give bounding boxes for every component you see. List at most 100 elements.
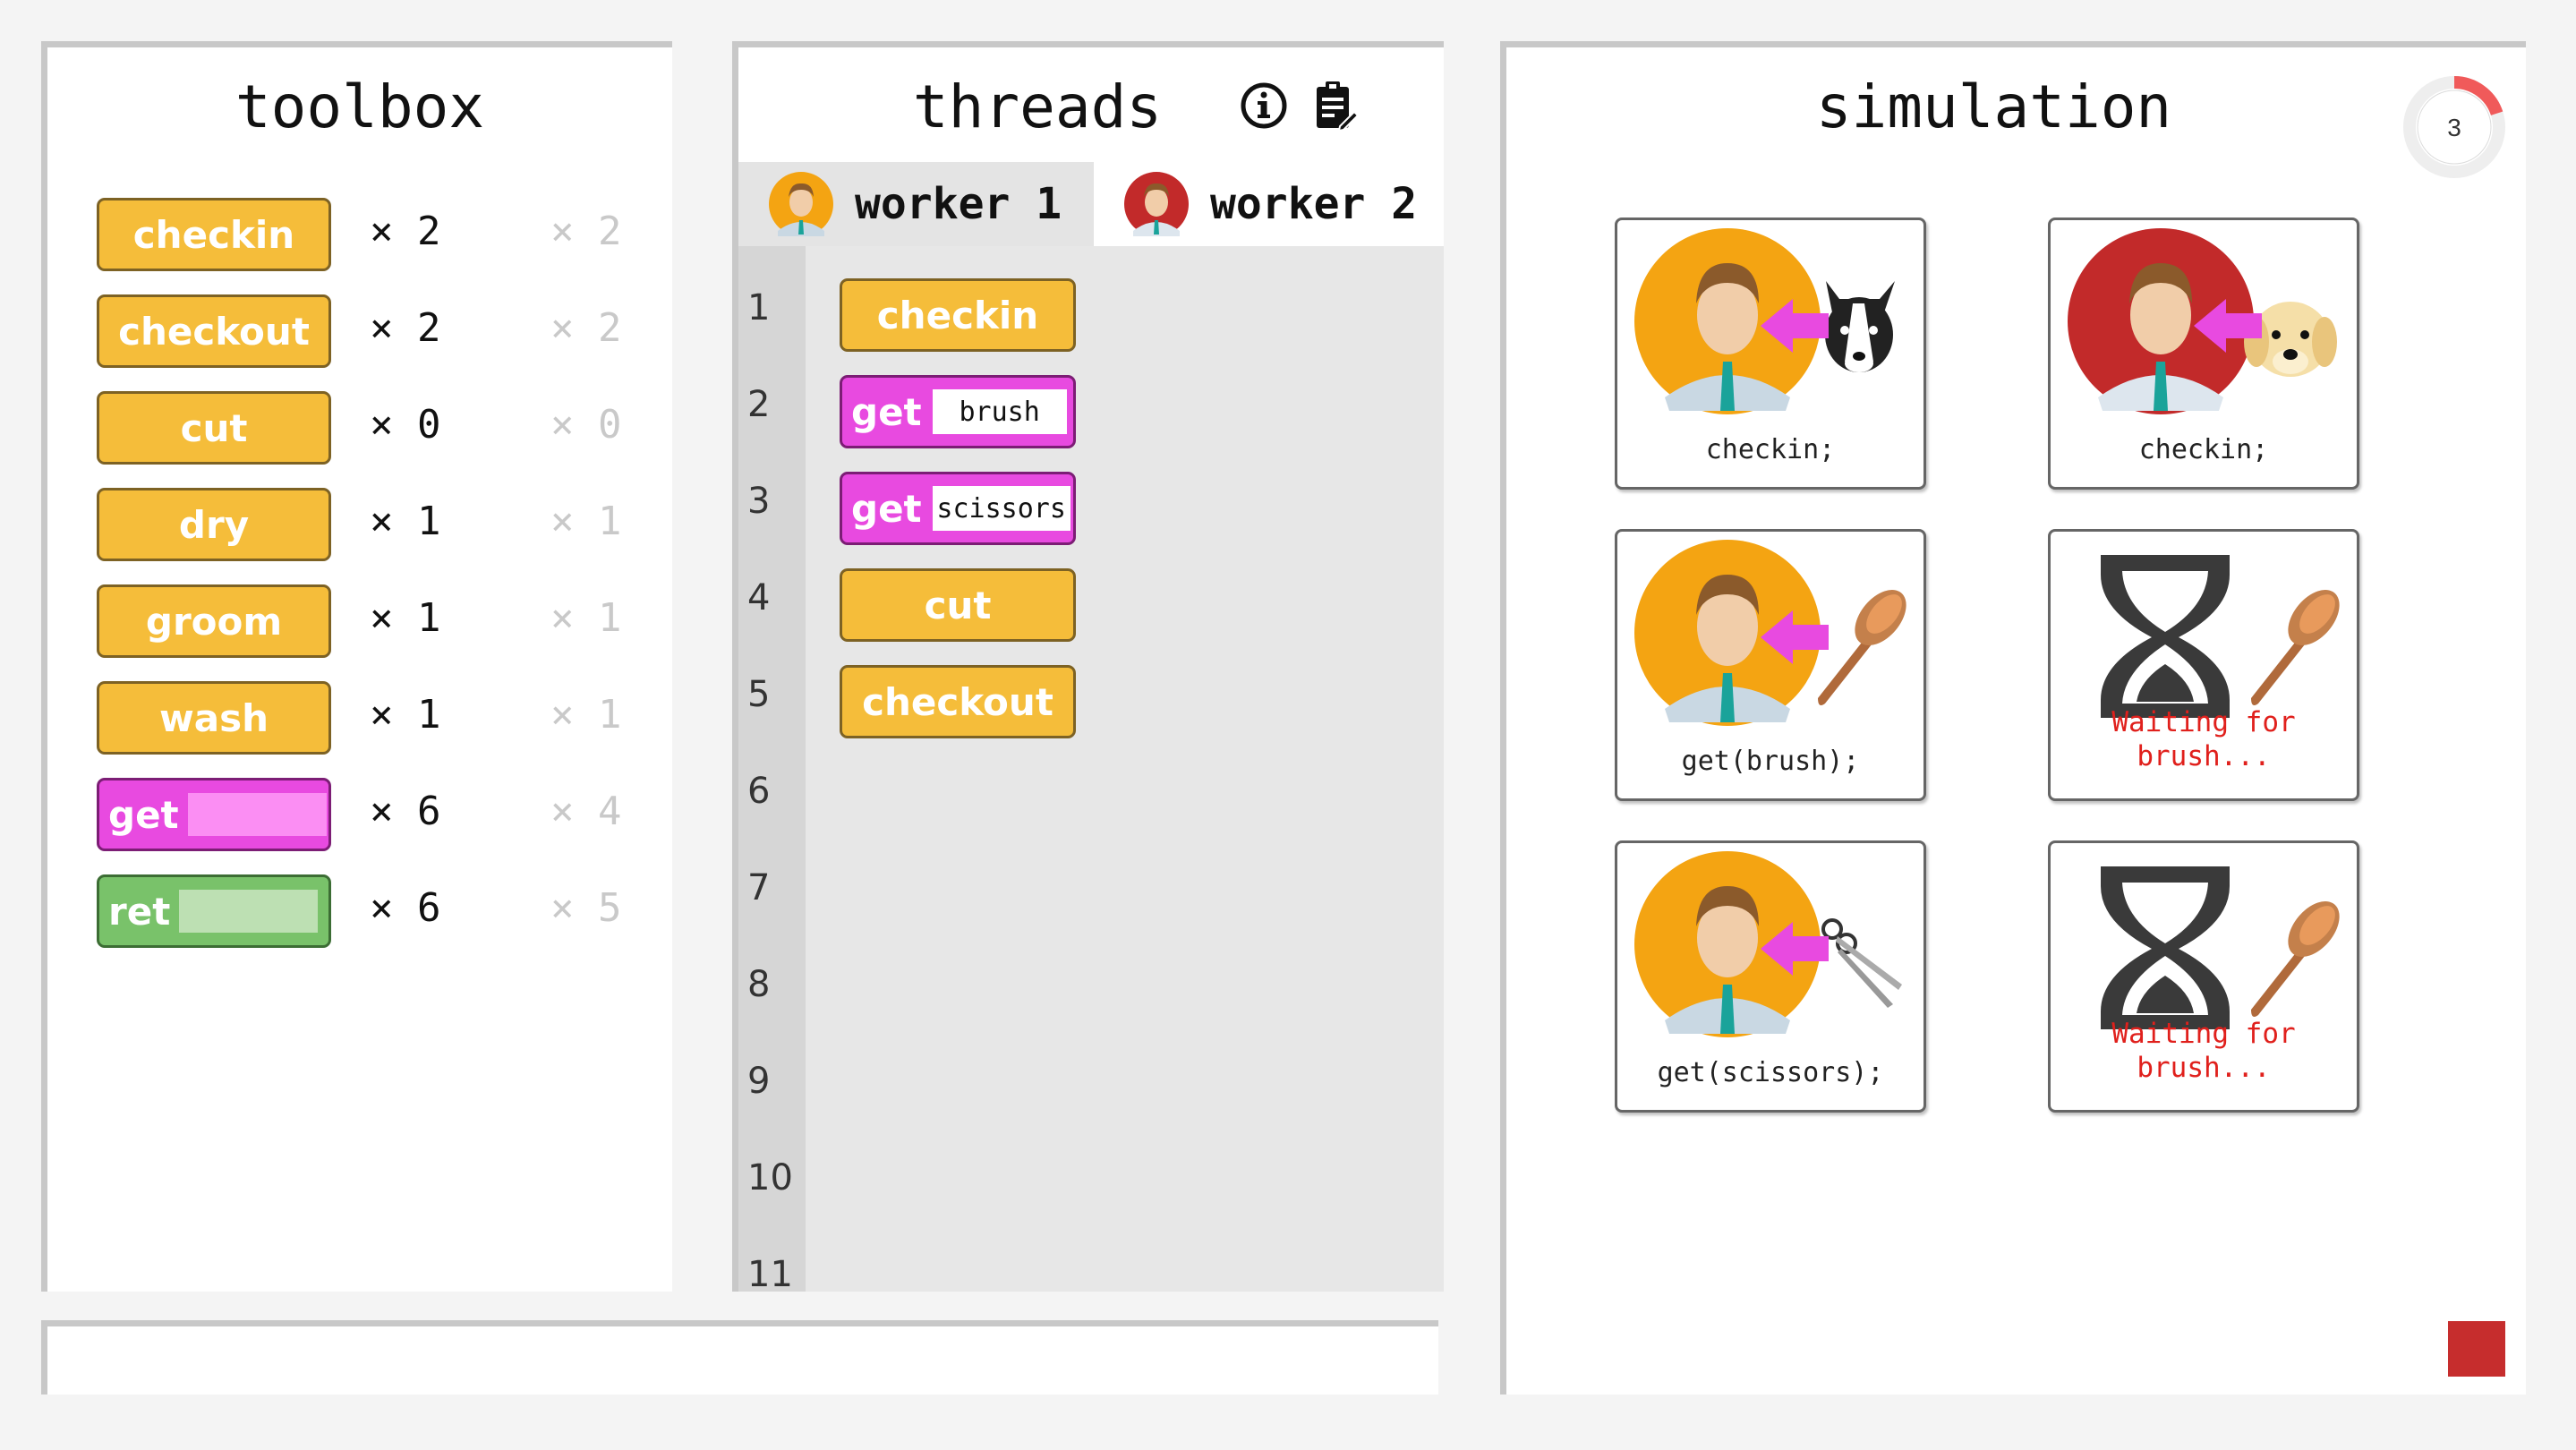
wash-block[interactable]: wash: [97, 681, 331, 755]
get-label: get: [851, 486, 922, 531]
toolbox-item-checkout: checkout × 2 × 2: [97, 294, 670, 368]
tab-label: worker 1: [855, 179, 1062, 229]
scissors-icon: [1821, 918, 1902, 1008]
line-number: 1: [747, 287, 771, 328]
cut-block[interactable]: cut: [97, 391, 331, 465]
toolbox-item-wash: wash × 1 × 1: [97, 681, 670, 755]
worker-avatar-icon: [1634, 228, 1895, 414]
line-number: 9: [747, 1061, 771, 1102]
timer-ring-icon: 3: [2403, 76, 2505, 178]
block-remaining: × 0: [550, 402, 622, 448]
line-number: 2: [747, 384, 771, 425]
tab-worker-2[interactable]: worker 2: [1094, 162, 1444, 246]
info-icon[interactable]: [1240, 81, 1288, 130]
checkout-block[interactable]: checkout: [97, 294, 331, 368]
card-caption: Waiting for brush...: [2111, 1018, 2296, 1084]
block-remaining: × 1: [550, 692, 622, 738]
argument-scissors[interactable]: scissors: [932, 486, 1070, 531]
dog-yellow-icon: [2244, 302, 2337, 377]
block-count: × 6: [370, 885, 441, 931]
sim-card: get(brush);: [1615, 529, 1926, 801]
brush-icon: [2251, 901, 2340, 1017]
block-remaining: × 2: [550, 209, 622, 254]
ret-block[interactable]: ret: [97, 874, 331, 948]
line-number: 11: [747, 1254, 793, 1292]
toolbox-item-cut: cut × 0 × 0: [97, 391, 670, 465]
brush-icon: [1818, 590, 1906, 705]
worker-2-avatar-icon: [1124, 172, 1189, 236]
worker-avatar-icon: [1634, 851, 1902, 1037]
block-remaining: × 1: [550, 595, 622, 641]
sim-card: Waiting for brush...: [2048, 529, 2359, 801]
code-block-get-scissors[interactable]: get scissors: [840, 472, 1076, 545]
hourglass-icon: [2101, 866, 2340, 1029]
step-timer: 3: [2401, 74, 2507, 180]
simulation-panel: simulation 3 checkin; checkin; get(brush…: [1500, 41, 2526, 1395]
block-count: × 1: [370, 499, 441, 544]
sim-card: Waiting for brush...: [2048, 840, 2359, 1113]
brush-icon: [2251, 590, 2340, 705]
threads-panel: threads worker 1 worker 2 1 2 3 4 5 6 7 …: [732, 41, 1444, 1292]
ret-block-label: ret: [108, 889, 171, 934]
code-editor[interactable]: 1 2 3 4 5 6 7 8 9 10 11 checkin get brus…: [738, 246, 1444, 1292]
toolbox-panel: toolbox checkin × 2 × 2 checkout × 2 × 2…: [41, 41, 672, 1292]
dry-block[interactable]: dry: [97, 488, 331, 561]
line-gutter: 1 2 3 4 5 6 7 8 9 10 11: [738, 246, 806, 1292]
timer-value: 3: [2447, 114, 2461, 141]
code-block-get-brush[interactable]: get brush: [840, 375, 1076, 448]
groom-block[interactable]: groom: [97, 584, 331, 658]
worker-avatar-icon: [2068, 228, 2337, 414]
hourglass-icon: [2101, 555, 2340, 718]
card-caption: Waiting for brush...: [2111, 706, 2296, 772]
toolbox-title: toolbox: [235, 72, 485, 141]
toolbox-item-groom: groom × 1 × 1: [97, 584, 670, 658]
block-remaining: × 1: [550, 499, 622, 544]
simulation-title: simulation: [1815, 72, 2172, 141]
block-count: × 2: [370, 209, 441, 254]
block-remaining: × 4: [550, 789, 622, 834]
toolbox-item-dry: dry × 1 × 1: [97, 488, 670, 561]
sim-card: checkin;: [2048, 218, 2359, 490]
tab-label: worker 2: [1210, 179, 1418, 229]
clipboard-icon[interactable]: [1313, 80, 1358, 132]
toolbox-item-ret: ret × 6 × 5: [97, 874, 670, 948]
toolbox-item-checkin: checkin × 2 × 2: [97, 198, 670, 271]
block-count: × 1: [370, 595, 441, 641]
line-number: 4: [747, 577, 771, 618]
code-block-checkout[interactable]: checkout: [840, 665, 1076, 738]
get-block[interactable]: get: [97, 778, 331, 851]
block-count: × 0: [370, 402, 441, 448]
get-label: get: [851, 389, 922, 434]
code-block-cut[interactable]: cut: [840, 568, 1076, 642]
card-caption: checkin;: [1705, 434, 1836, 465]
dog-black-icon: [1825, 281, 1895, 372]
block-remaining: × 2: [550, 305, 622, 351]
card-caption: get(scissors);: [1657, 1057, 1884, 1088]
card-caption: get(brush);: [1681, 746, 1860, 777]
code-block-checkin[interactable]: checkin: [840, 278, 1076, 352]
sim-card: checkin;: [1615, 218, 1926, 490]
output-console: [41, 1320, 1438, 1395]
line-number: 7: [747, 867, 771, 908]
block-count: × 1: [370, 692, 441, 738]
block-count: × 2: [370, 305, 441, 351]
line-number: 6: [747, 771, 771, 812]
toolbox-item-get: get × 6 × 4: [97, 778, 670, 851]
worker-avatar-icon: [1634, 540, 1906, 726]
tab-worker-1[interactable]: worker 1: [738, 162, 1094, 246]
get-block-label: get: [108, 792, 179, 837]
line-number: 8: [747, 964, 771, 1005]
argument-brush[interactable]: brush: [932, 389, 1067, 434]
block-count: × 6: [370, 789, 441, 834]
block-remaining: × 5: [550, 885, 622, 931]
worker-tabs: worker 1 worker 2: [738, 162, 1444, 246]
sim-card: get(scissors);: [1615, 840, 1926, 1113]
get-argument-slot[interactable]: [187, 793, 327, 836]
line-number: 5: [747, 674, 771, 715]
stop-button[interactable]: [2448, 1321, 2505, 1377]
ret-argument-slot[interactable]: [179, 890, 319, 933]
checkin-block[interactable]: checkin: [97, 198, 331, 271]
worker-1-avatar-icon: [769, 172, 833, 236]
line-number: 3: [747, 481, 771, 522]
line-number: 10: [747, 1157, 793, 1198]
